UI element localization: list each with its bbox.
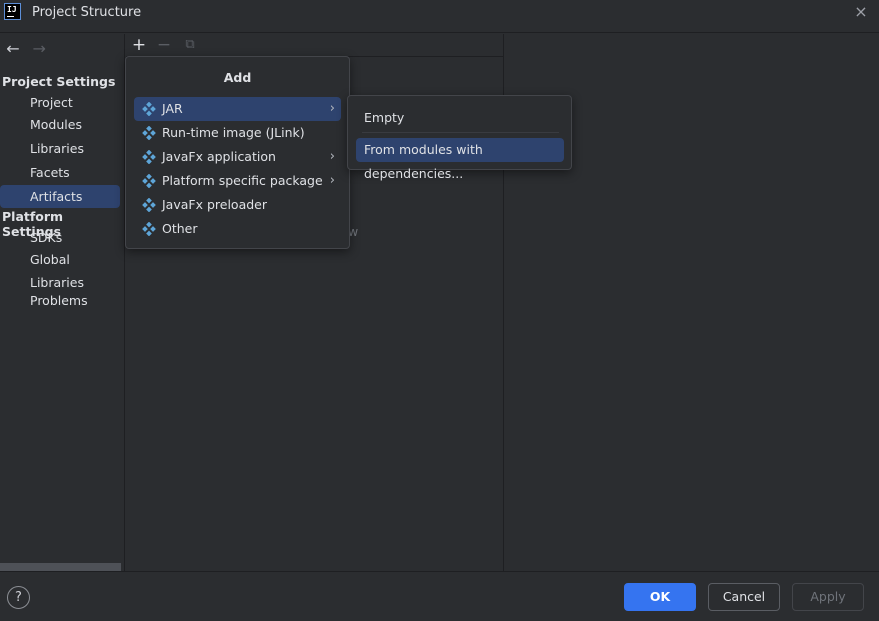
menu-item-javafx-application[interactable]: JavaFx application ›: [134, 145, 341, 169]
menu-item-runtime-image[interactable]: Run-time image (JLink): [134, 121, 341, 145]
submenu-item-from-modules[interactable]: From modules with dependencies...: [356, 138, 564, 181]
copy-icon[interactable]: ⧉: [181, 36, 199, 54]
sidebar-item-artifacts[interactable]: Artifacts: [0, 185, 120, 208]
back-arrow-icon[interactable]: ←: [4, 40, 22, 58]
chevron-right-icon: ›: [329, 173, 335, 188]
submenu-separator: [362, 132, 559, 133]
artifact-icon: [142, 198, 156, 212]
sidebar-item-global-libraries[interactable]: Global Libraries: [0, 248, 120, 290]
jar-submenu: Empty From modules with dependencies...: [347, 95, 572, 181]
sidebar-item-modules[interactable]: Modules: [0, 113, 120, 136]
artifact-icon: [142, 102, 156, 116]
artifact-icon: [142, 126, 156, 140]
menu-item-label: Other: [162, 221, 198, 236]
menu-item-label: Run-time image (JLink): [162, 125, 305, 140]
ok-button[interactable]: OK: [624, 583, 696, 611]
chevron-right-icon: ›: [329, 149, 335, 164]
cancel-button[interactable]: Cancel: [708, 583, 780, 611]
menu-item-javafx-preloader[interactable]: JavaFx preloader: [134, 193, 341, 217]
sidebar-item-project[interactable]: Project: [0, 91, 120, 114]
title-bar: IJ Project Structure ×: [0, 0, 879, 33]
menu-item-label: JAR: [162, 101, 183, 116]
dialog-footer: ? OK Cancel Apply: [0, 571, 879, 621]
artifact-icon: [142, 150, 156, 164]
sidebar-item-facets[interactable]: Facets: [0, 161, 120, 184]
chevron-right-icon: ›: [329, 101, 335, 116]
window-title: Project Structure: [32, 5, 142, 20]
add-icon[interactable]: +: [130, 36, 148, 54]
add-artifact-popup: Add JAR › Run-time image (JLink) JavaFx …: [125, 56, 350, 249]
nav-arrows: ← →: [4, 40, 52, 60]
menu-item-jar[interactable]: JAR ›: [134, 97, 341, 121]
artifacts-toolbar: + − ⧉: [126, 34, 504, 57]
sidebar-item-problems[interactable]: Problems: [0, 289, 120, 312]
artifact-icon: [142, 222, 156, 236]
menu-item-other[interactable]: Other: [134, 217, 341, 241]
sidebar-item-sdks[interactable]: SDKs: [0, 226, 120, 249]
sidebar-scrollbar[interactable]: [0, 563, 121, 571]
popup-title: Add: [223, 70, 252, 85]
apply-button[interactable]: Apply: [792, 583, 864, 611]
menu-item-platform-package[interactable]: Platform specific package ›: [134, 169, 341, 193]
project-settings-header: Project Settings: [2, 74, 116, 89]
submenu-item-empty[interactable]: Empty: [356, 106, 564, 130]
menu-item-label: Platform specific package: [162, 173, 323, 188]
menu-item-label: JavaFx application: [162, 149, 276, 164]
remove-icon[interactable]: −: [155, 36, 173, 54]
intellij-app-icon: IJ: [4, 3, 21, 20]
forward-arrow-icon[interactable]: →: [30, 40, 48, 58]
close-icon[interactable]: ×: [853, 4, 869, 20]
menu-item-label: JavaFx preloader: [162, 197, 267, 212]
sidebar-item-libraries[interactable]: Libraries: [0, 137, 120, 160]
settings-sidebar: ← → Project Settings Project Modules Lib…: [0, 34, 125, 571]
help-icon[interactable]: ?: [7, 586, 30, 609]
artifact-icon: [142, 174, 156, 188]
